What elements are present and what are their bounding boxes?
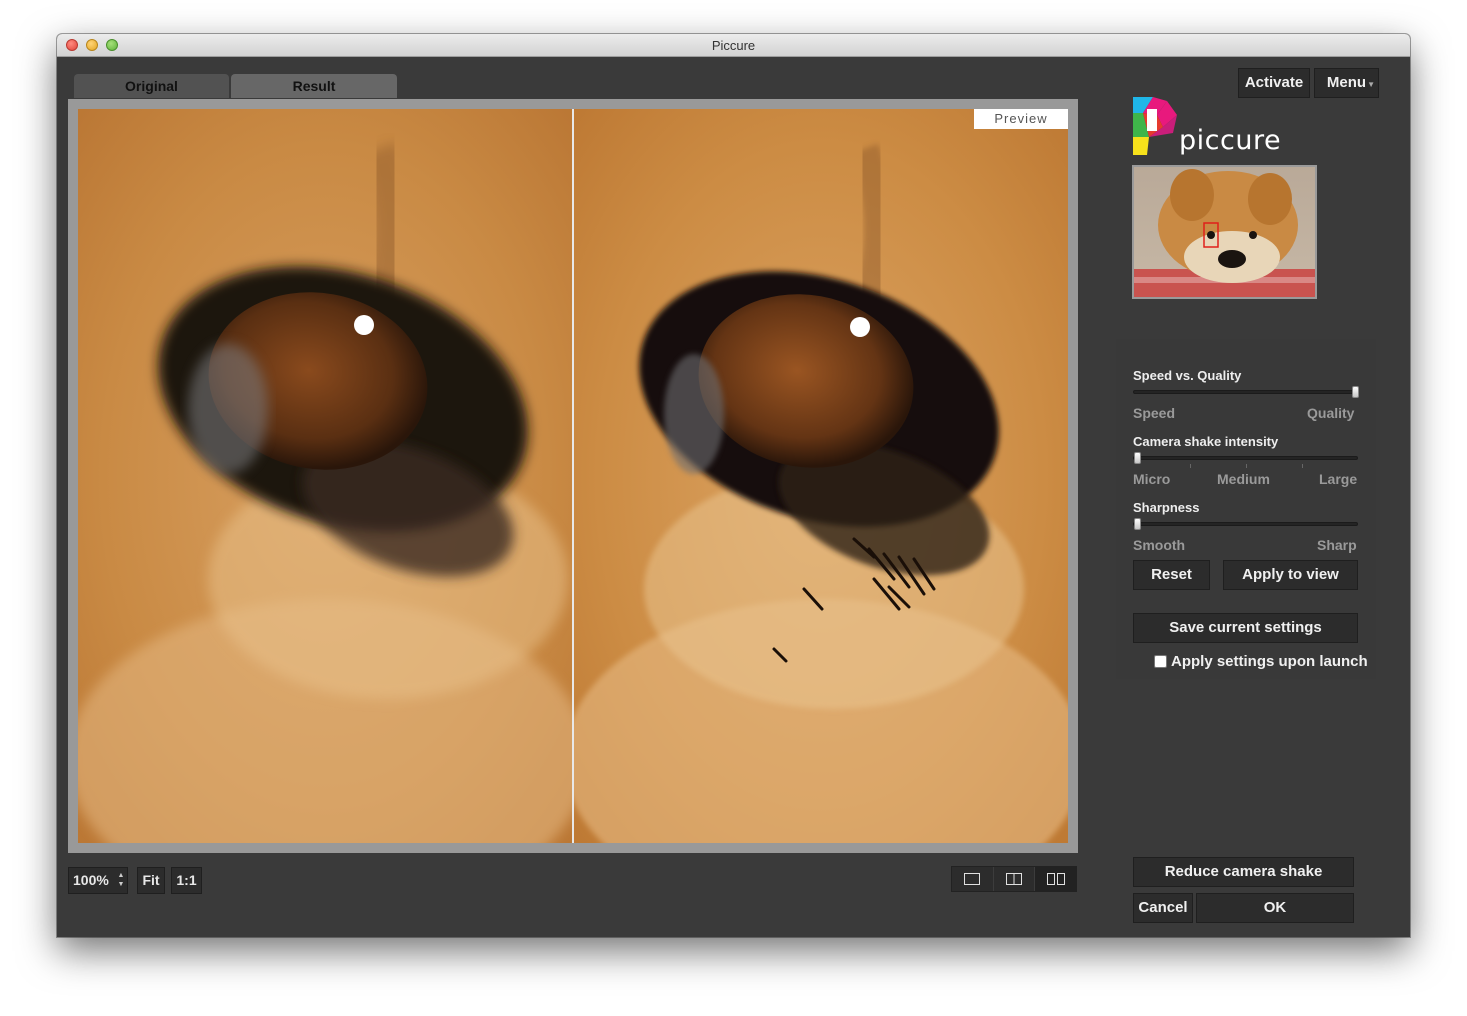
side-by-side-view-icon: [1046, 873, 1065, 885]
split-view-button[interactable]: [994, 867, 1036, 891]
quality-label: Quality: [1307, 405, 1355, 421]
fit-button[interactable]: Fit: [137, 867, 165, 894]
menu-button[interactable]: Menu ▼: [1314, 68, 1379, 98]
logo-text: piccure: [1179, 125, 1282, 156]
navigator-thumbnail[interactable]: [1132, 165, 1317, 299]
image-viewer[interactable]: Preview: [68, 99, 1078, 853]
smooth-label: Smooth: [1133, 537, 1186, 553]
sharpness-slider[interactable]: [1133, 518, 1358, 530]
speed-label: Speed: [1133, 405, 1176, 421]
tab-result[interactable]: Result: [231, 74, 397, 98]
camera-shake-thumb[interactable]: [1134, 452, 1141, 464]
piccure-logo-icon: [1133, 97, 1177, 155]
menu-label: Menu: [1326, 74, 1367, 91]
speed-quality-label: Speed vs. Quality: [1133, 368, 1242, 383]
sharp-label: Sharp: [1317, 537, 1357, 553]
window-title: Piccure: [711, 38, 756, 53]
reset-button[interactable]: Reset: [1133, 560, 1210, 590]
preview-label: Preview: [974, 109, 1068, 129]
apply-on-launch-checkbox[interactable]: [1154, 655, 1167, 668]
reduce-camera-shake-button[interactable]: Reduce camera shake: [1133, 857, 1354, 887]
title-bar[interactable]: Piccure: [57, 34, 1410, 57]
side-by-side-view-button[interactable]: [1035, 867, 1077, 891]
split-view-icon: [1006, 873, 1022, 885]
split-divider[interactable]: [572, 109, 574, 843]
tab-original[interactable]: Original: [74, 74, 229, 98]
slider-tick: [1190, 464, 1191, 468]
sharpness-label: Sharpness: [1133, 500, 1200, 515]
zoom-down-icon[interactable]: ▼: [117, 880, 125, 889]
micro-label: Micro: [1133, 471, 1171, 487]
zoom-up-icon[interactable]: ▲: [117, 871, 125, 880]
save-settings-button[interactable]: Save current settings: [1133, 613, 1358, 643]
ok-button[interactable]: OK: [1196, 893, 1354, 923]
speed-quality-slider[interactable]: [1133, 386, 1359, 398]
camera-shake-label: Camera shake intensity: [1133, 434, 1279, 449]
menu-dropdown-icon: ▼: [1367, 80, 1375, 89]
apply-to-view-button[interactable]: Apply to view: [1223, 560, 1358, 590]
one-to-one-button[interactable]: 1:1: [171, 867, 202, 894]
activate-button[interactable]: Activate: [1238, 68, 1310, 98]
camera-shake-slider[interactable]: [1133, 452, 1358, 468]
cancel-button[interactable]: Cancel: [1133, 893, 1193, 923]
apply-on-launch-label: Apply settings upon launch: [1171, 653, 1368, 670]
medium-label: Medium: [1217, 471, 1270, 487]
zoom-input[interactable]: 100% ▲ ▼: [68, 867, 128, 894]
single-view-icon: [964, 873, 981, 885]
original-image: [78, 109, 572, 843]
sharpness-thumb[interactable]: [1134, 518, 1141, 530]
large-label: Large: [1319, 471, 1358, 487]
single-view-button[interactable]: [952, 867, 994, 891]
zoom-stepper[interactable]: ▲ ▼: [117, 871, 125, 889]
result-image: [574, 109, 1068, 843]
speed-quality-thumb[interactable]: [1352, 386, 1359, 398]
view-mode-group: [951, 866, 1077, 892]
piccure-window: Piccure Original Result Preview 100% ▲ ▼…: [57, 34, 1410, 937]
zoom-value: 100%: [73, 872, 109, 888]
slider-tick: [1302, 464, 1303, 468]
apply-on-launch-row[interactable]: Apply settings upon launch: [1154, 653, 1368, 670]
slider-tick: [1246, 464, 1247, 468]
piccure-logo: piccure: [1133, 97, 1283, 157]
